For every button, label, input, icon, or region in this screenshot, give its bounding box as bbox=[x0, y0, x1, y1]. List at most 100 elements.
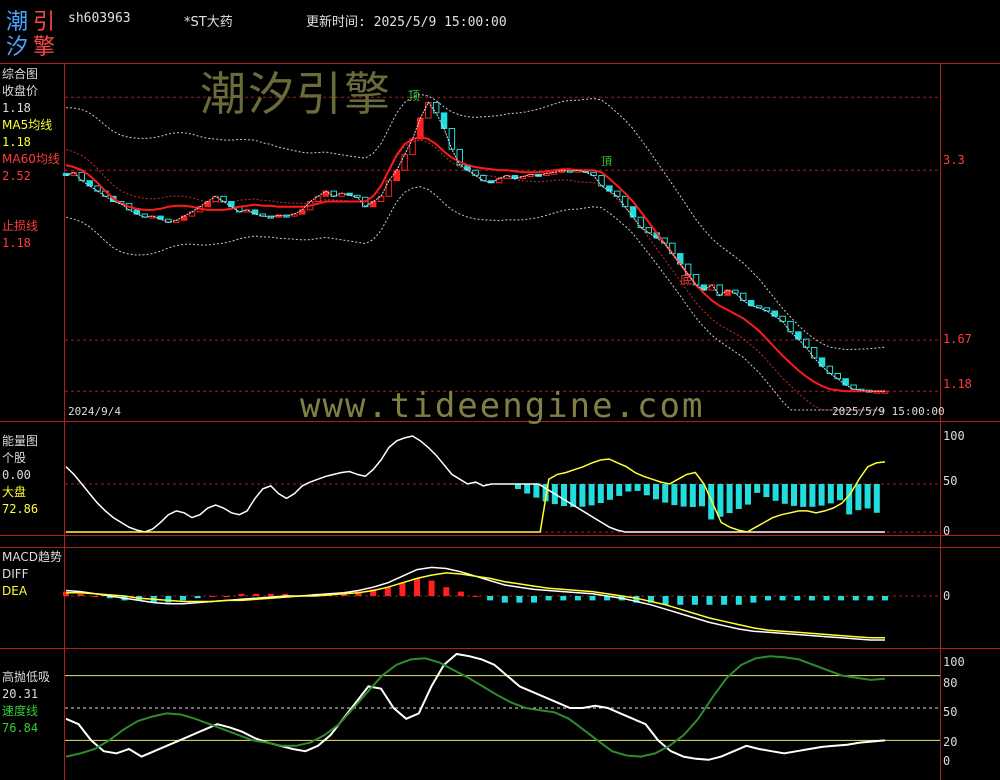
hl-speed-value: 76.84 bbox=[2, 721, 39, 735]
stop-value: 1.18 bbox=[2, 236, 31, 250]
candle bbox=[598, 175, 605, 187]
lower-band bbox=[65, 186, 885, 411]
macd-bar bbox=[838, 596, 845, 601]
marker-mid: 頂 bbox=[601, 155, 612, 168]
macd-bar bbox=[428, 580, 435, 596]
energy-bar bbox=[827, 484, 834, 504]
energy-bar bbox=[653, 484, 659, 500]
macd-bar bbox=[443, 587, 450, 596]
macd-bar bbox=[457, 591, 464, 596]
candle bbox=[385, 180, 393, 197]
energy-line-1 bbox=[66, 458, 886, 533]
candle bbox=[448, 128, 456, 150]
candle bbox=[826, 365, 834, 375]
hl-axis-0: 0 bbox=[943, 754, 951, 768]
candle bbox=[740, 292, 747, 302]
candle bbox=[401, 154, 408, 171]
hl-title: 高抛低吸 bbox=[2, 670, 51, 684]
hl-chart bbox=[65, 652, 940, 761]
macd-bar bbox=[721, 596, 728, 605]
macd-bar bbox=[706, 596, 713, 605]
energy-bar bbox=[735, 484, 742, 509]
candle bbox=[795, 331, 802, 340]
energy-bar bbox=[726, 484, 733, 514]
energy-bar bbox=[754, 484, 761, 493]
stock-symbol[interactable]: sh603963 bbox=[68, 11, 131, 26]
candle bbox=[787, 320, 794, 333]
macd-bar bbox=[414, 578, 420, 596]
energy-axis-100: 100 bbox=[943, 429, 965, 443]
energy-chart bbox=[65, 435, 940, 533]
macd-bar bbox=[384, 587, 391, 596]
macd-bar bbox=[677, 596, 684, 605]
candles bbox=[62, 102, 889, 394]
macd-bar bbox=[223, 596, 230, 597]
bollinger-bands bbox=[65, 93, 886, 411]
macd-bar bbox=[238, 593, 245, 596]
energy-bar bbox=[671, 484, 678, 506]
stock-name[interactable]: *ST大药 bbox=[184, 11, 233, 30]
close-value: 1.18 bbox=[2, 101, 31, 115]
macd-bar bbox=[209, 596, 216, 597]
macd-diff-label: DIFF bbox=[2, 567, 29, 581]
ma5-value: 1.18 bbox=[2, 135, 31, 149]
hl-axis-50: 50 bbox=[943, 705, 958, 719]
energy-bar bbox=[864, 484, 871, 509]
macd-bar bbox=[852, 596, 859, 601]
hl-speed-label: 速度线 bbox=[2, 704, 39, 718]
macd-bar bbox=[77, 593, 84, 596]
ma5-label: MA5均线 bbox=[2, 118, 53, 132]
macd-bar bbox=[267, 593, 274, 596]
logo-char-3: 汐 bbox=[6, 35, 29, 60]
long-ma bbox=[65, 139, 885, 411]
candle bbox=[432, 102, 440, 114]
candle bbox=[393, 169, 400, 182]
macd-axis-0: 0 bbox=[943, 589, 951, 603]
macd-bar bbox=[765, 596, 771, 601]
macd-chart bbox=[63, 566, 940, 641]
marker-top: 顶 bbox=[408, 89, 421, 103]
energy-bar bbox=[781, 484, 788, 504]
macd-bar bbox=[487, 596, 494, 601]
macd-bar bbox=[867, 596, 874, 601]
candle bbox=[629, 206, 637, 218]
energy-bar bbox=[579, 484, 586, 507]
stop-label: 止损线 bbox=[2, 219, 39, 233]
energy-bar bbox=[561, 484, 567, 507]
candle bbox=[495, 178, 503, 184]
macd-bar bbox=[472, 596, 479, 597]
energy-stock-value: 0.00 bbox=[2, 468, 31, 482]
energy-bar bbox=[717, 484, 724, 517]
marker-bottom: 底 bbox=[680, 273, 693, 287]
macd-bar bbox=[180, 596, 186, 601]
candle bbox=[204, 201, 211, 208]
main-panel-title: 综合图 bbox=[2, 67, 39, 81]
energy-bar bbox=[607, 484, 613, 500]
energy-bar bbox=[745, 484, 751, 505]
macd-bar bbox=[531, 596, 537, 603]
macd-bar bbox=[545, 596, 552, 601]
macd-bar bbox=[750, 596, 757, 603]
hl-axis-20: 20 bbox=[943, 735, 958, 749]
hl-axis-100: 100 bbox=[943, 655, 965, 669]
macd-bar bbox=[560, 596, 567, 601]
hl-line-0 bbox=[65, 652, 886, 761]
energy-bar bbox=[873, 484, 880, 513]
macd-bar bbox=[794, 596, 801, 601]
energy-bar bbox=[800, 484, 807, 507]
energy-bar bbox=[855, 484, 862, 511]
energy-bar bbox=[625, 484, 632, 492]
energy-bar bbox=[809, 484, 816, 507]
energy-bar bbox=[818, 484, 825, 506]
macd-bar bbox=[253, 593, 260, 596]
candle bbox=[440, 112, 448, 130]
energy-bar bbox=[524, 484, 531, 494]
close-label: 收盘价 bbox=[2, 84, 39, 98]
energy-market-value: 72.86 bbox=[2, 502, 39, 516]
watermark-url: www.tideengine.com bbox=[300, 386, 705, 426]
macd-bar bbox=[399, 582, 406, 596]
energy-bar bbox=[588, 484, 595, 506]
candle bbox=[78, 171, 85, 182]
macd-bar bbox=[691, 596, 698, 605]
macd-bar bbox=[662, 596, 669, 605]
